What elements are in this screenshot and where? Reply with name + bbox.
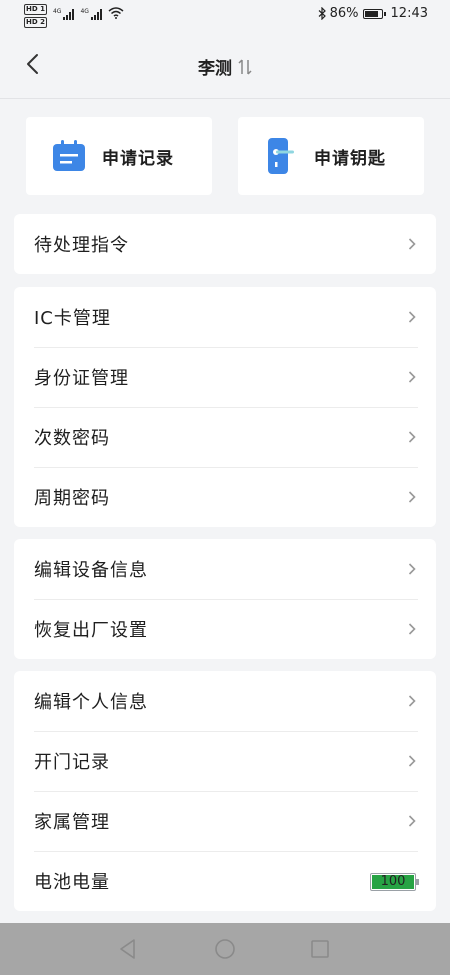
back-icon[interactable] (116, 937, 140, 961)
home-icon[interactable] (213, 937, 237, 961)
device-battery-value: 100 (372, 875, 414, 889)
chevron-right-icon (408, 311, 416, 323)
device-battery-indicator: 100 (370, 873, 419, 891)
menu-item-battery: 电池电量 100 (14, 851, 436, 911)
personal-group: 编辑个人信息 开门记录 家属管理 电池电量 100 (14, 671, 436, 911)
apply-records-card[interactable]: 申请记录 (26, 117, 212, 195)
menu-item-label: 开门记录 (34, 752, 110, 773)
menu-item-ic-card[interactable]: IC卡管理 (14, 287, 436, 347)
menu-item-label: 待处理指令 (34, 235, 129, 256)
chevron-right-icon (408, 755, 416, 767)
menu-item-edit-device[interactable]: 编辑设备信息 (14, 539, 436, 599)
signal-1-icon: 4G (53, 8, 75, 20)
hd-badge-1: HD 1 (24, 4, 47, 15)
chevron-right-icon (408, 563, 416, 575)
menu-item-count-password[interactable]: 次数密码 (14, 407, 436, 467)
status-bar: HD 1 HD 2 4G 4G 86% 12:43 (0, 0, 450, 32)
chevron-right-icon (408, 623, 416, 635)
battery-icon (362, 8, 386, 19)
bluetooth-icon (318, 7, 326, 20)
page-title: 李测 (198, 59, 232, 79)
hd-badge-2: HD 2 (24, 17, 47, 28)
apply-key-card[interactable]: 申请钥匙 (238, 117, 424, 195)
menu-item-family[interactable]: 家属管理 (14, 791, 436, 851)
header: 李测 (0, 32, 450, 99)
apply-key-label: 申请钥匙 (314, 148, 386, 169)
device-group: 编辑设备信息 恢复出厂设置 (14, 539, 436, 659)
menu-item-label: 家属管理 (34, 812, 110, 833)
chevron-right-icon (408, 491, 416, 503)
swap-icon[interactable] (238, 58, 252, 76)
menu-item-door-records[interactable]: 开门记录 (14, 731, 436, 791)
page-title-area: 李测 (0, 54, 450, 79)
menu-item-edit-profile[interactable]: 编辑个人信息 (14, 671, 436, 731)
chevron-right-icon (408, 238, 416, 250)
menu-item-pending-commands[interactable]: 待处理指令 (14, 214, 436, 274)
chevron-right-icon (408, 695, 416, 707)
menu-item-label: 身份证管理 (34, 368, 129, 389)
menu-item-period-password[interactable]: 周期密码 (14, 467, 436, 527)
menu-item-label: 恢复出厂设置 (34, 620, 148, 641)
signal-2-icon: 4G (80, 8, 102, 20)
menu-item-label: 电池电量 (34, 872, 110, 893)
menu-item-label: 编辑个人信息 (34, 692, 148, 713)
system-nav-bar (0, 923, 450, 975)
menu-item-label: 编辑设备信息 (34, 560, 148, 581)
battery-percent: 86% (329, 6, 359, 21)
menu-item-label: 周期密码 (34, 488, 110, 509)
apply-records-label: 申请记录 (102, 148, 174, 169)
recents-icon[interactable] (308, 937, 332, 961)
pending-group: 待处理指令 (14, 214, 436, 274)
door-key-icon (264, 136, 298, 176)
chevron-right-icon (408, 431, 416, 443)
credentials-group: IC卡管理 身份证管理 次数密码 周期密码 (14, 287, 436, 527)
wifi-icon (108, 7, 124, 19)
chevron-right-icon (408, 815, 416, 827)
menu-item-id-card[interactable]: 身份证管理 (14, 347, 436, 407)
menu-item-factory-reset[interactable]: 恢复出厂设置 (14, 599, 436, 659)
calendar-icon (52, 136, 86, 176)
menu-item-label: IC卡管理 (34, 308, 111, 329)
menu-item-label: 次数密码 (34, 428, 110, 449)
clock: 12:43 (390, 6, 428, 21)
chevron-right-icon (408, 371, 416, 383)
